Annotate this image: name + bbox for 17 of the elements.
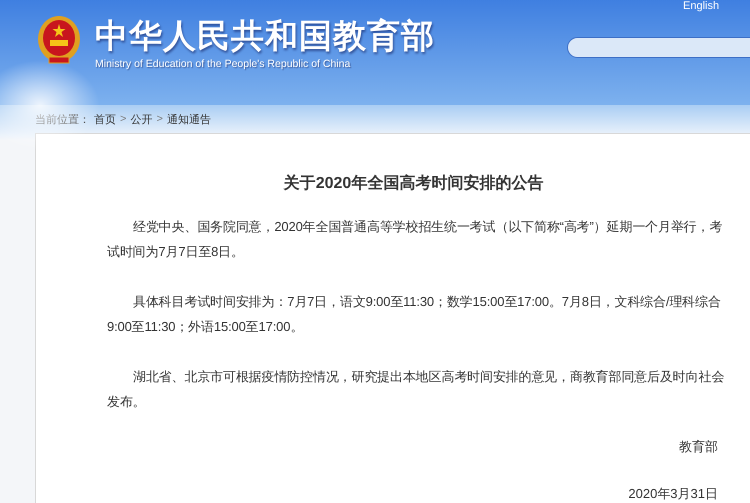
emblem-icon bbox=[37, 15, 81, 65]
breadcrumb-separator: > bbox=[156, 113, 163, 125]
article-date: 2020年3月31日 bbox=[627, 485, 718, 503]
article-signature: 教育部 bbox=[678, 438, 718, 456]
breadcrumb-separator: > bbox=[120, 113, 126, 125]
breadcrumb-link[interactable]: 公开 bbox=[130, 112, 152, 126]
language-link[interactable]: English bbox=[683, 0, 720, 12]
article-paragraph: 湖北省、北京市可根据疫情防控情况，研究提出本地区高考时间安排的意见，商教育部同意后及时向社会发布。 bbox=[107, 368, 726, 411]
site-subtitle: Ministry of Education of the People's Republic of China bbox=[95, 58, 352, 70]
article-title: 关于2020年全国高考时间安排的公告 bbox=[282, 173, 544, 194]
search-field[interactable] bbox=[567, 37, 750, 58]
article-paragraph: 经党中央、国务院同意，2020年全国普通高等学校招生统一考试（以下简称“高考”）延期一个月举行，考试时间为7月7日至8日。 bbox=[107, 218, 724, 261]
breadcrumb-link[interactable]: 通知通告 bbox=[166, 112, 211, 126]
article-paragraph: 具体科目考试时间安排为：7月7日，语文9:00至11:30；数学15:00至17:00。7月8日，文科综合/理科综合9:00至11:30；外语15:00至17:00。 bbox=[107, 293, 722, 336]
breadcrumb-link[interactable]: 首页 bbox=[94, 112, 116, 126]
breadcrumb-label: 当前位置： bbox=[35, 112, 90, 126]
site-title: 中华人民共和国教育部 bbox=[95, 16, 435, 56]
